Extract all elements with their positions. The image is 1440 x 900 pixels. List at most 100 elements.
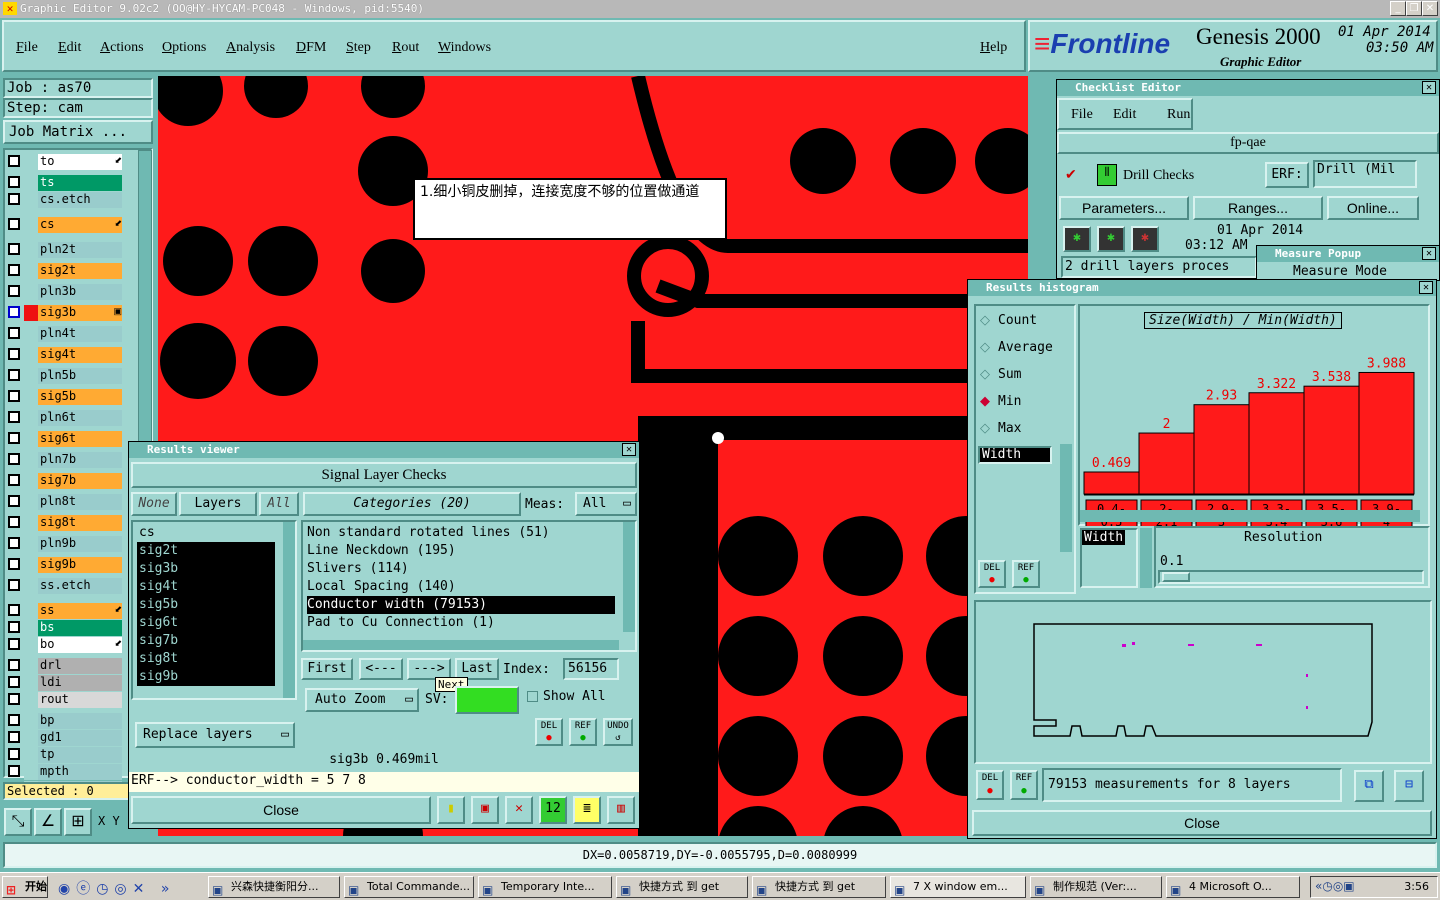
- categories-scrollbar[interactable]: [623, 522, 635, 632]
- menu-file[interactable]: File: [16, 40, 38, 56]
- taskbar-task[interactable]: ▣ 4 Microsoft O...: [1166, 876, 1300, 898]
- minimize-button[interactable]: _: [1390, 1, 1406, 16]
- width-list-item[interactable]: Width: [978, 446, 1052, 464]
- histogram-bar[interactable]: [1193, 404, 1250, 495]
- layer-row-sig5b[interactable]: sig5b: [6, 389, 124, 406]
- taskbar-task[interactable]: ▣ 兴森快捷衡阳分...: [208, 876, 340, 898]
- layer-row-pln5b[interactable]: pln5b: [6, 368, 124, 385]
- layer-row-sig8t[interactable]: sig8t: [6, 515, 124, 532]
- tool-report-icon[interactable]: ≣: [573, 796, 601, 824]
- maximize-button[interactable]: ❐: [1406, 1, 1422, 16]
- layer-checkbox[interactable]: [8, 765, 20, 777]
- layer-row-sig3b[interactable]: sig3b ▣: [6, 305, 124, 322]
- category-item[interactable]: Slivers (114): [307, 560, 615, 578]
- layer-checkbox[interactable]: [8, 369, 20, 381]
- option-count[interactable]: ◇ Count: [980, 312, 1072, 332]
- layer-checkbox[interactable]: [8, 621, 20, 633]
- layer-row-cs-etch[interactable]: cs.etch: [6, 192, 124, 209]
- layer-checkbox[interactable]: [8, 579, 20, 591]
- option-sum[interactable]: ◇ Sum: [980, 366, 1072, 386]
- histogram-ref-button[interactable]: REF ●: [1010, 770, 1038, 800]
- options-scrollbar[interactable]: [1060, 444, 1072, 552]
- layer-row-ts[interactable]: ts: [6, 175, 124, 192]
- histogram-close-icon[interactable]: ✕: [1419, 281, 1433, 294]
- histogram-close-button[interactable]: Close: [972, 810, 1432, 836]
- tool-snap-icon[interactable]: ⊞: [64, 808, 92, 836]
- layer-checkbox[interactable]: [8, 638, 20, 650]
- export-icon[interactable]: ⧉: [1354, 770, 1384, 802]
- layer-checkbox[interactable]: [8, 411, 20, 423]
- replace-layers-select[interactable]: Replace layers ▭: [135, 722, 295, 748]
- menu-edit[interactable]: Edit: [58, 40, 81, 56]
- category-item[interactable]: Local Spacing (140): [307, 578, 615, 596]
- sv-color-select[interactable]: [455, 686, 519, 714]
- tool-window-icon[interactable]: ▣: [471, 796, 499, 824]
- layer-row-pln3b[interactable]: pln3b: [6, 284, 124, 301]
- categories-hscrollbar[interactable]: [303, 640, 619, 650]
- layer-checkbox[interactable]: [8, 676, 20, 688]
- chart-hscrollbar[interactable]: [1080, 510, 1420, 522]
- menu-options[interactable]: Options: [162, 40, 206, 56]
- layer-row-sig6t[interactable]: sig6t: [6, 431, 124, 448]
- help-menu[interactable]: Help: [980, 40, 1007, 56]
- taskbar-task[interactable]: ▣ Temporary Inte...: [478, 876, 612, 898]
- index-input[interactable]: 56156: [563, 658, 619, 680]
- board-preview[interactable]: [974, 600, 1432, 764]
- histogram-bar[interactable]: [1248, 392, 1305, 495]
- show-all-checkbox[interactable]: [527, 691, 538, 702]
- checklist-menu-edit[interactable]: Edit: [1113, 107, 1136, 123]
- layer-row-bo[interactable]: bo ⬋: [6, 637, 124, 654]
- layer-checkbox[interactable]: [8, 327, 20, 339]
- menu-analysis[interactable]: Analysis: [226, 40, 275, 56]
- layer-checkbox[interactable]: [8, 453, 20, 465]
- histogram-bar[interactable]: [1358, 371, 1415, 495]
- result-layer-item[interactable]: sig7b: [137, 632, 275, 650]
- histogram-bar[interactable]: [1083, 471, 1140, 495]
- category-item[interactable]: Pad to Cu Connection (1): [307, 614, 615, 632]
- layer-checkbox[interactable]: [8, 731, 20, 743]
- layer-row-sig4t[interactable]: sig4t: [6, 347, 124, 364]
- result-layer-item[interactable]: sig5b: [137, 596, 275, 614]
- result-layers-scrollbar[interactable]: [283, 522, 295, 698]
- menu-windows[interactable]: Windows: [438, 40, 491, 56]
- result-layer-item[interactable]: sig2t: [137, 542, 275, 560]
- resolution-slider[interactable]: [1158, 570, 1424, 584]
- layer-row-to[interactable]: to ⬋: [6, 154, 124, 171]
- result-layer-item[interactable]: sig9b: [137, 668, 275, 686]
- histogram-bar[interactable]: [1138, 432, 1195, 495]
- result-layers-list[interactable]: cs sig2t sig3b sig4t sig5b sig6t sig7b sig8t sig…: [131, 520, 297, 700]
- category-item[interactable]: Conductor width (79153): [307, 596, 615, 614]
- layer-row-rout[interactable]: rout: [6, 692, 124, 709]
- tool-graphic-icon[interactable]: ▮: [437, 796, 465, 824]
- layer-row-tp[interactable]: tp: [6, 747, 124, 764]
- layer-row-sig2t[interactable]: sig2t: [6, 263, 124, 280]
- layer-checkbox[interactable]: [8, 495, 20, 507]
- results-viewer-close-button[interactable]: Close: [131, 796, 431, 824]
- category-item[interactable]: Non standard rotated lines (51): [307, 524, 615, 542]
- layer-checkbox[interactable]: [8, 604, 20, 616]
- result-layer-item[interactable]: sig6t: [137, 614, 275, 632]
- layer-row-cs[interactable]: cs ⬋: [6, 217, 124, 234]
- layer-row-pln2t[interactable]: pln2t: [6, 242, 124, 259]
- layer-checkbox[interactable]: [8, 155, 20, 167]
- run-check-icon[interactable]: ✱: [1063, 226, 1091, 252]
- layer-checkbox[interactable]: [8, 348, 20, 360]
- histogram-del-button[interactable]: DEL ●: [976, 770, 1004, 800]
- checklist-menu-file[interactable]: File: [1071, 107, 1093, 123]
- option-min[interactable]: ◆ Min: [980, 393, 1072, 413]
- layer-checkbox[interactable]: [8, 432, 20, 444]
- layer-checkbox[interactable]: [8, 218, 20, 230]
- result-layer-item[interactable]: cs: [137, 524, 275, 542]
- menu-rout[interactable]: Rout: [392, 40, 419, 56]
- start-button[interactable]: ⊞ 开始: [2, 876, 48, 898]
- layer-row-mpth[interactable]: mpth: [6, 764, 124, 781]
- tool-clear-icon[interactable]: ✕: [505, 796, 533, 824]
- layer-checkbox[interactable]: [8, 516, 20, 528]
- taskbar-task[interactable]: ▣ Total Commande...: [344, 876, 474, 898]
- tool-count-icon[interactable]: 12: [539, 796, 567, 824]
- auto-zoom-select[interactable]: Auto Zoom ▭: [305, 688, 419, 712]
- layer-checkbox[interactable]: [8, 176, 20, 188]
- layer-row-gd1[interactable]: gd1: [6, 730, 124, 747]
- histogram-del-button-top[interactable]: DEL ●: [978, 560, 1006, 588]
- layer-row-drl[interactable]: drl: [6, 658, 124, 675]
